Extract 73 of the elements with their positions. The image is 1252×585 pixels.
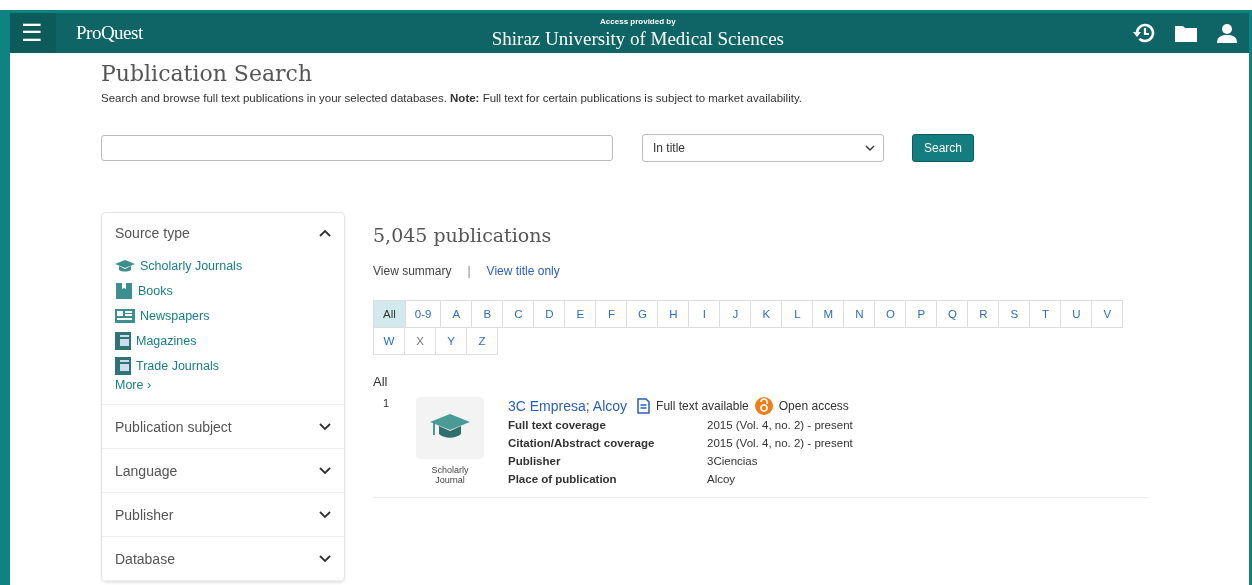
detail-label: Publisher <box>508 455 562 467</box>
search-button[interactable]: Search <box>912 134 975 162</box>
detail-value: Alcoy <box>707 473 737 485</box>
letter-filter[interactable]: All <box>373 300 406 328</box>
detail-value: 2015 (Vol. 4, no. 2) - present <box>707 437 853 449</box>
letter-filter[interactable]: Z <box>466 327 498 355</box>
detail-value: 3Ciencias <box>707 455 759 467</box>
publication-title-link[interactable]: 3C Empresa; Alcoy <box>508 398 628 414</box>
source-type-link[interactable]: Scholarly Journals <box>115 253 331 278</box>
filter-header[interactable]: Source type <box>115 213 331 253</box>
letter-filter[interactable]: D <box>533 300 566 328</box>
book-icon <box>115 282 133 299</box>
letter-filter[interactable]: K <box>750 300 783 328</box>
filter-header[interactable]: Publisher <box>115 493 331 536</box>
detail-value: 2015 (Vol. 4, no. 2) - present <box>707 419 853 431</box>
letter-filter[interactable]: P <box>905 300 938 328</box>
letter-filter[interactable]: U <box>1060 300 1093 328</box>
menu-button[interactable]: ☰ <box>10 13 56 53</box>
view-option[interactable]: View title only <box>486 264 560 278</box>
user-icon[interactable] <box>1217 23 1237 43</box>
folder-icon[interactable] <box>1175 24 1197 42</box>
brand-logo[interactable]: ProQuest <box>76 22 143 44</box>
newspaper-icon <box>115 308 135 323</box>
open-lock-icon <box>754 397 773 415</box>
results-count: 5,045 publications <box>373 224 553 246</box>
letter-filter[interactable]: B <box>471 300 504 328</box>
result-number: 1 <box>382 397 391 411</box>
letter-filter[interactable]: E <box>564 300 597 328</box>
letter-filter[interactable]: W <box>373 327 405 355</box>
letter-filter[interactable]: S <box>998 300 1031 328</box>
separator: | <box>467 264 471 278</box>
page-title: Publication Search <box>101 61 314 86</box>
open-access-label: Open access <box>778 399 849 413</box>
document-icon <box>637 398 651 414</box>
source-type-link[interactable]: Books <box>115 278 331 303</box>
detail-label: Citation/Abstract coverage <box>508 437 656 449</box>
letter-filter[interactable]: Q <box>936 300 969 328</box>
letter-filter[interactable]: J <box>719 300 752 328</box>
institution-name: Shiraz University of Medical Sciences <box>491 29 784 48</box>
group-heading: All <box>373 374 389 389</box>
filter-header[interactable]: Database <box>115 537 331 580</box>
more-link[interactable]: More › <box>115 378 331 404</box>
view-option[interactable]: View summary <box>373 264 452 278</box>
filter-header[interactable]: Language <box>115 449 331 492</box>
filter-header[interactable]: Publication subject <box>115 405 331 448</box>
type-label: Scholarly Journal <box>430 465 470 485</box>
letter-filter[interactable]: V <box>1091 300 1124 328</box>
magazine-icon <box>115 356 131 375</box>
letter-filter[interactable]: T <box>1029 300 1062 328</box>
letter-filter[interactable]: N <box>843 300 876 328</box>
mortarboard-icon <box>115 259 135 272</box>
source-type-link[interactable]: Newspapers <box>115 303 331 328</box>
chevron-down-icon <box>865 145 875 151</box>
letter-filter[interactable]: I <box>688 300 721 328</box>
detail-label: Place of publication <box>508 473 618 485</box>
scope-dropdown[interactable]: In title <box>642 134 884 162</box>
letter-filter[interactable]: R <box>967 300 1000 328</box>
source-type-link[interactable]: Magazines <box>115 328 331 353</box>
intro-text: Search and browse full text publications in your selected databases. Note: Full text for certain publications is subject to market availability. <box>101 92 803 104</box>
full-text-label: Full text available <box>656 399 749 413</box>
letter-filter[interactable]: M <box>812 300 845 328</box>
letter-filter[interactable]: L <box>781 300 814 328</box>
magazine-icon <box>115 331 131 350</box>
search-field[interactable] <box>101 135 613 161</box>
letter-filter[interactable]: G <box>626 300 659 328</box>
access-label: Access provided by <box>600 18 676 26</box>
source-type-link[interactable]: Trade Journals <box>115 353 331 378</box>
history-icon[interactable] <box>1133 23 1155 43</box>
detail-label: Full text coverage <box>508 419 607 431</box>
letter-filter[interactable]: O <box>874 300 907 328</box>
letter-filter[interactable]: C <box>502 300 535 328</box>
letter-filter[interactable]: H <box>657 300 690 328</box>
letter-filter[interactable]: F <box>595 300 628 328</box>
